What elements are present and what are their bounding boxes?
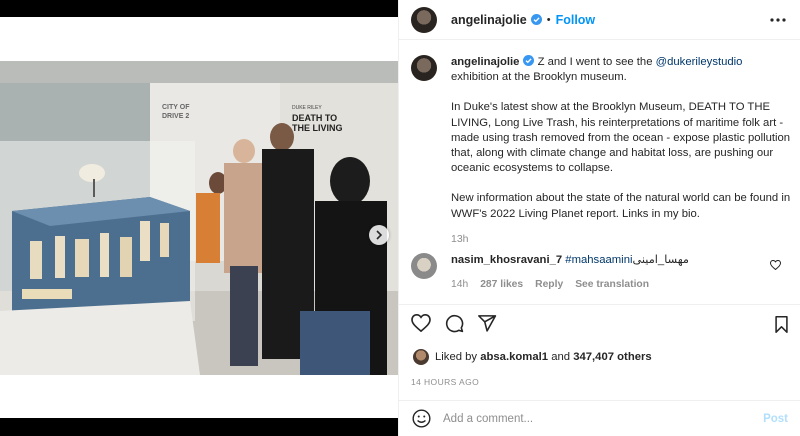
museum-photo-illustration: DUKE RILEY DEATH TO THE LIVING CITY OF D…: [0, 61, 398, 375]
like-button[interactable]: [411, 313, 431, 338]
comment-time[interactable]: 14h: [451, 277, 468, 292]
caption: angelinajolie Z and I went to see the @d…: [411, 55, 791, 247]
comment-body: nasim_khosravani_7 #mahsaaminiمهسا_امینی…: [451, 253, 771, 292]
more-options-button[interactable]: [769, 12, 787, 28]
post-actions: Liked by absa.komal1 and 347,407 others …: [399, 304, 800, 400]
emoji-icon[interactable]: [412, 409, 431, 428]
caption-paragraph-3: New information about the state of the n…: [451, 192, 791, 220]
liker-username[interactable]: absa.komal1: [480, 351, 548, 363]
post-details-panel: angelinajolie • Follow angelinajolie Z a…: [398, 0, 800, 436]
reply-button[interactable]: Reply: [535, 277, 563, 292]
caption-avatar[interactable]: [411, 55, 437, 81]
heart-icon: [411, 313, 431, 333]
caption-timestamp[interactable]: 13h: [451, 232, 791, 247]
likes-and: and: [551, 351, 571, 363]
likes-count[interactable]: 347,407 others: [573, 351, 652, 363]
share-button[interactable]: [478, 314, 497, 338]
comment-hashtag[interactable]: #mahsaamini: [565, 254, 632, 266]
comment-text: مهسا_امینی: [632, 254, 689, 266]
likes-prefix: Liked by: [435, 351, 478, 363]
see-translation-button[interactable]: See translation: [575, 277, 649, 292]
media-area: DUKE RILEY DEATH TO THE LIVING CITY OF D…: [0, 0, 398, 436]
share-paper-plane-icon: [478, 315, 497, 332]
sign-text-1: DEATH TO: [292, 113, 337, 123]
add-comment-bar: Post: [399, 400, 800, 436]
caption-mention-link[interactable]: @dukerileystudio: [656, 56, 743, 68]
verified-badge-icon: [530, 14, 542, 25]
more-icon: [770, 18, 786, 22]
chevron-right-icon: [376, 230, 383, 240]
liker-avatar[interactable]: [413, 349, 429, 365]
caption-username[interactable]: angelinajolie: [451, 56, 519, 68]
action-icons: [411, 313, 497, 338]
post-photo[interactable]: DUKE RILEY DEATH TO THE LIVING CITY OF D…: [0, 61, 398, 375]
save-button[interactable]: [774, 316, 789, 338]
separator-dot: •: [546, 13, 551, 26]
svg-text:DUKE RILEY: DUKE RILEY: [292, 105, 322, 111]
comments-section: angelinajolie Z and I went to see the @d…: [399, 41, 800, 303]
follow-button[interactable]: Follow: [556, 13, 596, 27]
comment-button[interactable]: [445, 314, 464, 338]
media-frame: DUKE RILEY DEATH TO THE LIVING CITY OF D…: [0, 17, 398, 418]
comment-item: nasim_khosravani_7 #mahsaaminiمهسا_امینی…: [411, 253, 791, 292]
svg-text:CITY OF: CITY OF: [162, 104, 190, 111]
caption-line1-post: exhibition at the Brooklyn museum.: [451, 71, 627, 84]
caption-line1-pre: Z and I went to see the: [534, 56, 656, 68]
verified-badge-icon: [523, 55, 535, 66]
comment-likes[interactable]: 287 likes: [480, 277, 523, 292]
comment-like-heart-icon[interactable]: [770, 260, 781, 270]
caption-paragraph-2: In Duke's latest show at the Brooklyn Mu…: [451, 101, 791, 175]
caption-text: angelinajolie Z and I went to see the @d…: [451, 55, 791, 247]
commenter-avatar[interactable]: [411, 253, 437, 279]
likes-summary: Liked by absa.komal1 and 347,407 others: [413, 349, 652, 365]
author-username[interactable]: angelinajolie: [451, 13, 527, 27]
next-photo-button[interactable]: [369, 225, 389, 245]
comment-meta: 14h 287 likes Reply See translation: [451, 277, 771, 292]
bookmark-icon: [775, 316, 788, 333]
comment-icon: [445, 314, 464, 333]
commenter-username[interactable]: nasim_khosravani_7: [451, 254, 562, 266]
sign-text-2: THE LIVING: [292, 123, 343, 133]
comment-input[interactable]: [443, 412, 743, 425]
svg-text:DRIVE 2: DRIVE 2: [162, 113, 189, 120]
post-header: angelinajolie • Follow: [399, 0, 800, 40]
author-avatar[interactable]: [411, 6, 437, 33]
post-comment-button[interactable]: Post: [763, 413, 788, 425]
instagram-post-modal: DUKE RILEY DEATH TO THE LIVING CITY OF D…: [0, 0, 800, 436]
post-timestamp[interactable]: 14 HOURS AGO: [411, 377, 479, 387]
